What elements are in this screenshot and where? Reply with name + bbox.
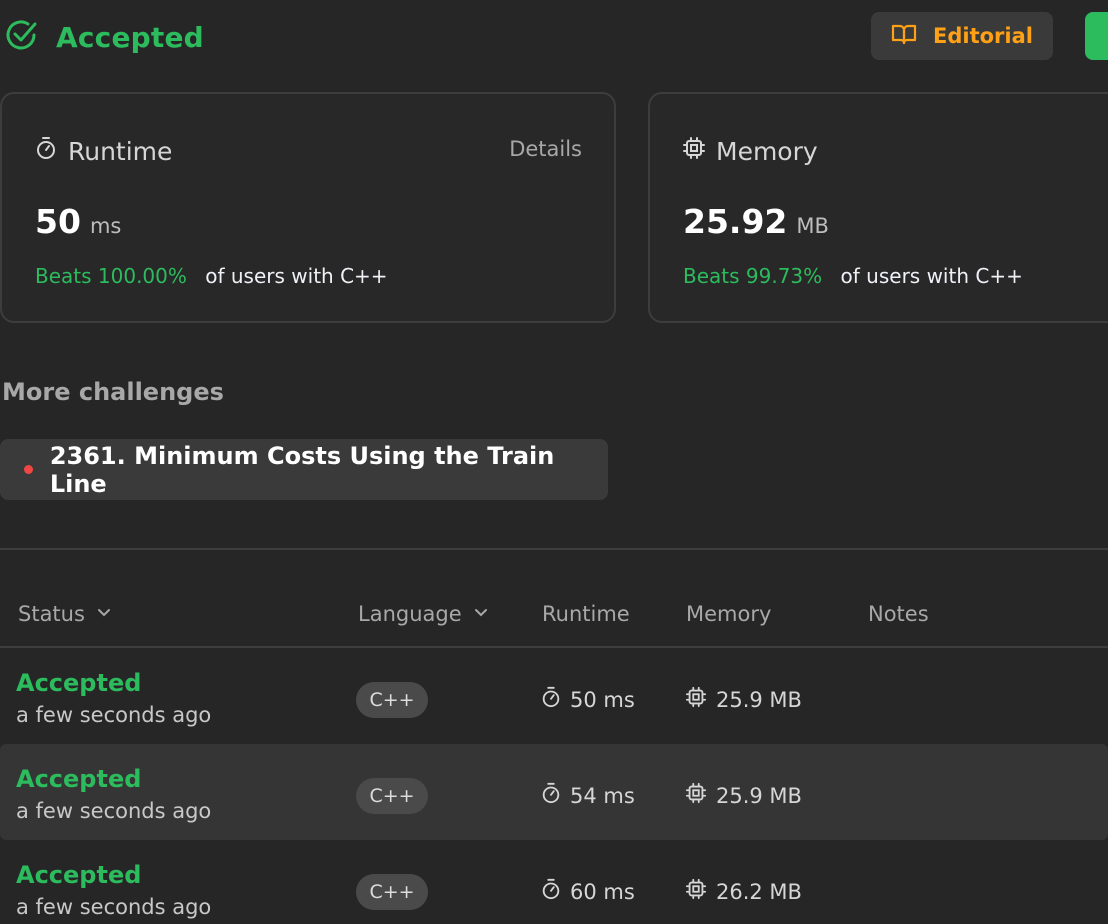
row-runtime-value: 54 ms [570, 783, 635, 808]
chip-icon [685, 686, 707, 713]
runtime-title-label: Runtime [68, 136, 173, 166]
status-column-header[interactable]: Status [18, 602, 113, 626]
language-badge: C++ [356, 778, 428, 814]
row-status: Accepted a few seconds ago [16, 668, 211, 732]
memory-value: 25.92 MB [683, 202, 829, 241]
row-status-label[interactable]: Accepted [16, 860, 211, 890]
chip-icon [685, 878, 707, 905]
challenge-label: 2361. Minimum Costs Using the Train Line [49, 441, 555, 498]
challenge-link[interactable]: 2361. Minimum Costs Using the Train Line [0, 439, 608, 500]
table-row[interactable]: Accepted a few seconds ago C++ 60 ms 26.… [0, 840, 1108, 924]
stopwatch-icon [540, 782, 562, 809]
chevron-down-icon [472, 602, 490, 626]
runtime-card-title: Runtime [34, 136, 172, 166]
row-memory: 26.2 MB [685, 878, 802, 905]
check-circle-icon [4, 18, 38, 56]
row-timestamp: a few seconds ago [16, 703, 212, 727]
row-memory-value: 25.9 MB [716, 783, 802, 808]
row-runtime-value: 60 ms [570, 879, 635, 904]
memory-title-label: Memory [716, 136, 818, 166]
memory-unit: MB [796, 214, 829, 238]
row-memory: 25.9 MB [685, 782, 802, 809]
runtime-number: 50 [35, 202, 81, 241]
table-row[interactable]: Accepted a few seconds ago C++ 50 ms 25.… [0, 648, 1108, 744]
row-memory-value: 26.2 MB [716, 879, 802, 904]
runtime-column-header: Runtime [542, 602, 630, 626]
book-icon [891, 23, 917, 50]
language-column-header[interactable]: Language [358, 602, 490, 626]
table-row[interactable]: Accepted a few seconds ago C++ 54 ms 25.… [0, 744, 1108, 840]
row-memory: 25.9 MB [685, 686, 802, 713]
row-runtime: 50 ms [540, 686, 635, 713]
row-status: Accepted a few seconds ago [16, 860, 211, 924]
row-status-label[interactable]: Accepted [16, 764, 211, 794]
memory-beats-percent: Beats 99.73% [683, 264, 823, 288]
editorial-label: Editorial [933, 24, 1033, 48]
stopwatch-icon [540, 878, 562, 905]
notes-column-header: Notes [868, 602, 929, 626]
submit-button[interactable] [1085, 12, 1108, 60]
runtime-beats-percent: Beats 100.00% [35, 264, 187, 288]
editorial-button[interactable]: Editorial [871, 12, 1053, 60]
row-status-label[interactable]: Accepted [16, 668, 211, 698]
memory-beats-suffix: of users with C++ [840, 264, 1023, 288]
details-link[interactable]: Details [509, 137, 582, 161]
status-title: Accepted [56, 20, 204, 54]
chevron-down-icon [95, 602, 113, 626]
row-timestamp: a few seconds ago [16, 895, 212, 919]
runtime-beats: Beats 100.00% of users with C++ [35, 264, 388, 288]
language-header-label: Language [358, 602, 462, 626]
more-challenges-heading: More challenges [2, 378, 224, 406]
row-status: Accepted a few seconds ago [16, 764, 211, 828]
chip-icon [682, 136, 706, 166]
difficulty-dot-icon [24, 465, 33, 474]
language-badge: C++ [356, 874, 428, 910]
memory-column-header: Memory [686, 602, 772, 626]
row-memory-value: 25.9 MB [716, 687, 802, 712]
language-badge: C++ [356, 682, 428, 718]
row-runtime: 60 ms [540, 878, 635, 905]
memory-number: 25.92 [683, 202, 788, 241]
stopwatch-icon [540, 686, 562, 713]
runtime-card[interactable]: Runtime Details 50 ms Beats 100.00% of u… [0, 92, 616, 323]
runtime-beats-suffix: of users with C++ [205, 264, 388, 288]
runtime-value: 50 ms [35, 202, 121, 241]
chip-icon [685, 782, 707, 809]
stopwatch-icon [34, 136, 58, 166]
submission-status-header: Accepted [4, 18, 204, 56]
row-runtime: 54 ms [540, 782, 635, 809]
row-runtime-value: 50 ms [570, 687, 635, 712]
memory-card[interactable]: Memory 25.92 MB Beats 99.73% of users wi… [648, 92, 1108, 323]
row-timestamp: a few seconds ago [16, 799, 212, 823]
status-header-label: Status [18, 602, 85, 626]
runtime-unit: ms [89, 214, 122, 238]
memory-beats: Beats 99.73% of users with C++ [683, 264, 1023, 288]
memory-card-title: Memory [682, 136, 818, 166]
section-divider [0, 548, 1108, 550]
